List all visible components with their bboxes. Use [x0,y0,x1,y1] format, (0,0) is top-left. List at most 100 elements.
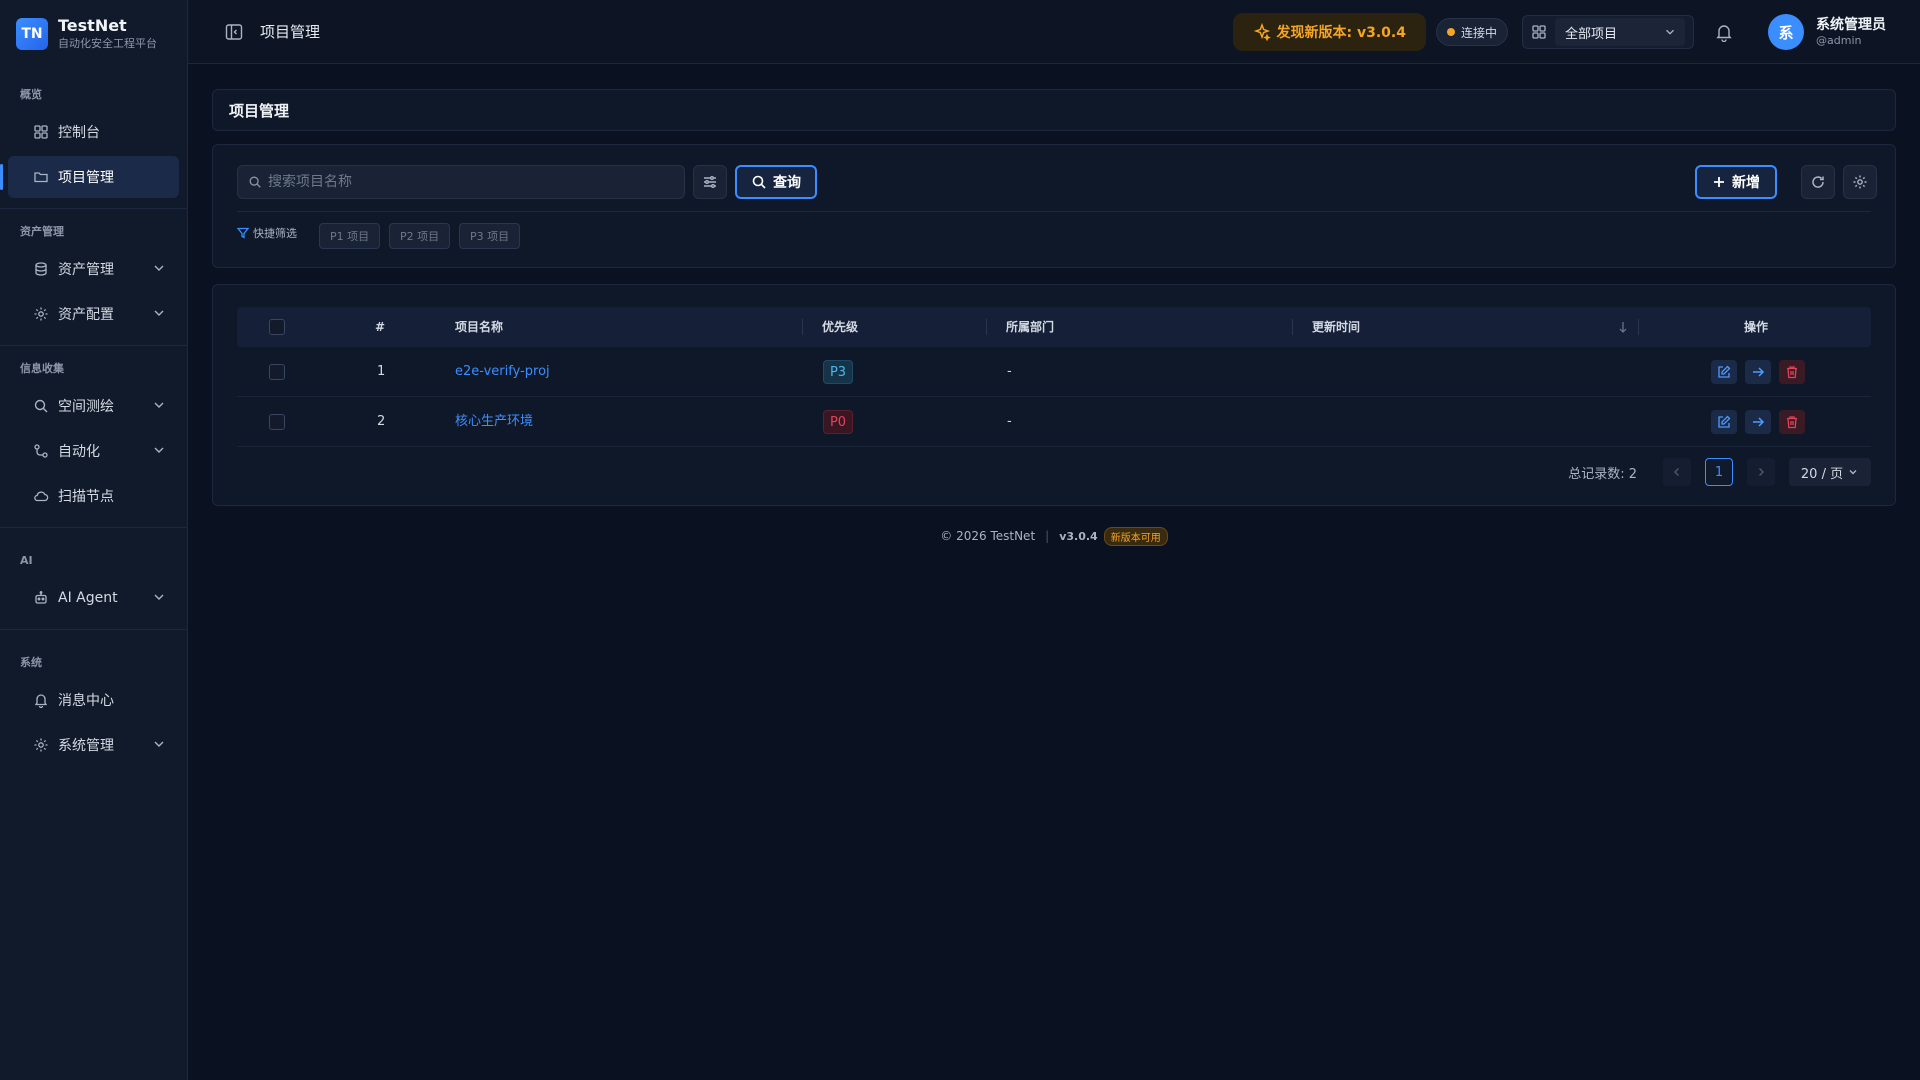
divider [0,345,187,346]
sort-desc-icon[interactable] [1618,320,1628,334]
column-header-name[interactable]: 项目名称 [455,307,503,347]
sidebar-item-label: 空间测绘 [58,399,114,415]
upgrade-label: 发现新版本: v3.0.4 [1276,25,1406,41]
edit-button[interactable] [1711,360,1737,384]
chevron-down-icon [154,402,164,408]
sidebar: TN TestNet 自动化安全工程平台 概览 控制台 项目管理 资产管理 资产… [0,0,188,1080]
edit-button[interactable] [1711,410,1737,434]
user-menu[interactable]: 系 系统管理员 @admin [1768,14,1886,50]
brand[interactable]: TN TestNet 自动化安全工程平台 [0,0,187,68]
arrow-right-icon [1753,367,1765,377]
project-name-link[interactable]: e2e-verify-proj [455,347,550,397]
pagination: 总记录数: 2 1 20 / 页 [1568,457,1871,487]
delete-button[interactable] [1779,360,1805,384]
database-icon [32,260,50,278]
sparkle-icon [1253,23,1271,41]
sidebar-item-dashboard[interactable]: 控制台 [8,111,179,153]
page-title: 项目管理 [229,101,290,120]
quick-tag-p3[interactable]: P3 项目 [459,223,521,249]
divider [237,211,1871,212]
connection-status: 连接中 [1435,18,1508,46]
user-name: 系统管理员 [1816,17,1886,33]
user-handle: @admin [1816,34,1862,47]
page-number-button[interactable]: 1 [1705,458,1733,486]
chevron-down-icon [154,265,164,271]
search-icon [249,176,261,188]
sidebar-item-label: 资产配置 [58,307,114,323]
chevron-left-icon [1673,467,1680,477]
notification-bell-icon[interactable] [1714,22,1734,42]
add-project-button[interactable]: 新增 [1695,165,1777,199]
open-project-button[interactable] [1745,410,1771,434]
dashboard-icon [32,123,50,141]
refresh-button[interactable] [1801,165,1835,199]
sidebar-item-ai-agent[interactable]: AI Agent [8,577,179,619]
sidebar-item-space-mapping[interactable]: 空间测绘 [8,385,179,427]
table-settings-button[interactable] [1843,165,1877,199]
column-header-actions: 操作 [1744,320,1769,334]
column-separator [1292,319,1293,335]
search-field[interactable] [237,165,685,199]
search-input[interactable] [268,174,668,190]
row-index: 2 [377,414,386,429]
sidebar-item-automation[interactable]: 自动化 [8,430,179,472]
sidebar-item-scan-nodes[interactable]: 扫描节点 [8,475,179,517]
row-checkbox[interactable] [269,364,285,380]
row-checkbox[interactable] [269,414,285,430]
project-select[interactable]: 全部项目 [1555,18,1685,46]
page-title-card: 项目管理 [212,89,1896,131]
upgrade-notice-button[interactable]: 发现新版本: v3.0.4 [1232,13,1426,51]
sidebar-item-system-management[interactable]: 系统管理 [8,724,179,766]
sidebar-item-asset-management[interactable]: 资产管理 [8,248,179,290]
project-select-value: 全部项目 [1565,26,1618,42]
total-count: 总记录数: 2 [1568,466,1637,482]
sliders-icon [704,176,716,188]
quick-filter-text: 快捷筛选 [253,227,297,240]
chevron-down-icon [154,741,164,747]
avatar: 系 [1768,14,1804,50]
version-label: v3.0.4 [1059,529,1098,543]
divider [0,208,187,209]
next-page-button[interactable] [1747,458,1775,486]
refresh-icon [1812,176,1824,188]
column-header-priority[interactable]: 优先级 [822,307,858,347]
department-cell: - [1007,364,1012,379]
gear-icon [32,305,50,323]
new-version-badge[interactable]: 新版本可用 [1103,526,1168,546]
quick-tag-p1[interactable]: P1 项目 [319,223,381,249]
copyright: © 2026 TestNet [940,529,1036,543]
section-label-ai: AI [20,554,33,567]
chevron-right-icon [1758,467,1765,477]
project-selector[interactable]: 全部项目 [1522,15,1694,49]
status-dot [1446,28,1455,36]
table-row: 2 核心生产环境 P0 - [237,397,1871,447]
row-index: 1 [377,364,386,379]
sidebar-toggle-icon[interactable] [224,22,244,42]
prev-page-button[interactable] [1663,458,1691,486]
sidebar-item-projects[interactable]: 项目管理 [0,156,179,198]
query-button[interactable]: 查询 [735,165,817,199]
advanced-filter-button[interactable] [693,165,727,199]
sidebar-item-label: AI Agent [58,590,118,606]
open-project-button[interactable] [1745,360,1771,384]
delete-button[interactable] [1779,410,1805,434]
table-header: # 项目名称 优先级 所属部门 更新时间 操作 [237,307,1871,347]
project-name-link[interactable]: 核心生产环境 [455,397,533,447]
column-header-updated[interactable]: 更新时间 [1312,307,1360,347]
quick-tag-p2[interactable]: P2 项目 [389,223,451,249]
sidebar-item-messages[interactable]: 消息中心 [8,679,179,721]
sidebar-item-asset-config[interactable]: 资产配置 [8,293,179,335]
sidebar-item-label: 消息中心 [58,693,114,709]
section-label-recon: 信息收集 [20,362,64,375]
footer: © 2026 TestNet | v3.0.4 新版本可用 [188,526,1920,546]
column-header-department[interactable]: 所属部门 [1006,307,1054,347]
trash-icon [1787,416,1797,429]
brand-logo: TN [16,18,48,50]
search-icon [32,397,50,415]
sidebar-item-label: 自动化 [58,444,100,460]
grid-icon [1532,25,1546,39]
workflow-icon [32,442,50,460]
select-all-checkbox[interactable] [269,319,285,335]
edit-icon [1718,415,1731,428]
page-size-select[interactable]: 20 / 页 [1789,458,1871,486]
